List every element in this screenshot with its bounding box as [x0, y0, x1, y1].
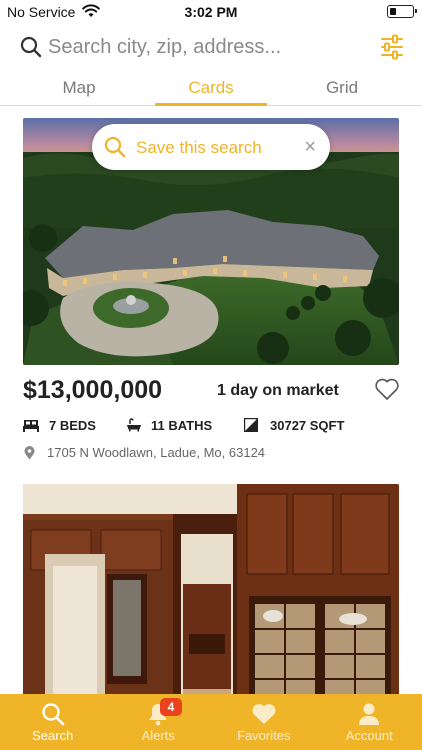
nav-account-label: Account — [345, 728, 393, 743]
days-on-market: 1 day on market — [217, 382, 339, 399]
nav-alerts-label: Alerts — [141, 728, 175, 743]
search-icon — [42, 703, 65, 726]
bathtub-icon — [127, 418, 141, 432]
bottom-nav: Search Alerts Favorites Account — [0, 694, 422, 750]
listing-stats: 7 BEDS 11 BATHS 30727 SQFT — [23, 417, 399, 437]
save-search-label: Save this search — [136, 138, 262, 157]
listing-address: 1705 N Woodlawn, Ladue, Mo, 63124 — [47, 445, 266, 460]
baths-label: 11 BATHS — [151, 418, 213, 433]
status-time: 3:02 PM — [184, 4, 238, 20]
heart-icon[interactable] — [374, 377, 400, 401]
tab-grid[interactable]: Grid — [286, 78, 398, 98]
location-pin-icon — [24, 446, 35, 460]
save-search-button[interactable]: Save this search × — [92, 124, 330, 170]
tab-map[interactable]: Map — [23, 78, 135, 98]
active-tab-indicator — [155, 103, 267, 106]
person-icon — [359, 703, 380, 725]
tab-cards[interactable]: Cards — [155, 78, 267, 98]
nav-search-label: Search — [32, 728, 74, 743]
nav-account[interactable]: Account — [317, 694, 422, 750]
beds-label: 7 BEDS — [49, 418, 96, 433]
alerts-count-badge: 4 — [160, 698, 182, 716]
close-icon[interactable]: × — [304, 137, 316, 157]
battery-icon — [387, 5, 417, 18]
nav-search[interactable]: Search — [0, 694, 106, 750]
search-bar — [0, 30, 422, 66]
nav-favorites[interactable]: Favorites — [211, 694, 317, 750]
area-icon — [244, 418, 258, 432]
nav-alerts[interactable]: Alerts — [106, 694, 212, 750]
address-row: 1705 N Woodlawn, Ladue, Mo, 63124 — [23, 445, 399, 463]
bed-icon — [23, 420, 39, 432]
search-icon — [20, 36, 42, 58]
heart-icon — [252, 704, 276, 724]
search-input[interactable] — [48, 32, 348, 62]
search-icon — [104, 136, 126, 158]
status-bar: No Service 3:02 PM — [0, 0, 422, 24]
listing-price: $13,000,000 — [23, 376, 163, 404]
listing-photo[interactable] — [23, 484, 399, 714]
sliders-icon[interactable] — [380, 34, 404, 60]
view-tabs: Map Cards Grid — [0, 72, 422, 106]
nav-favorites-label: Favorites — [237, 728, 291, 743]
sqft-label: 30727 SQFT — [270, 418, 345, 433]
